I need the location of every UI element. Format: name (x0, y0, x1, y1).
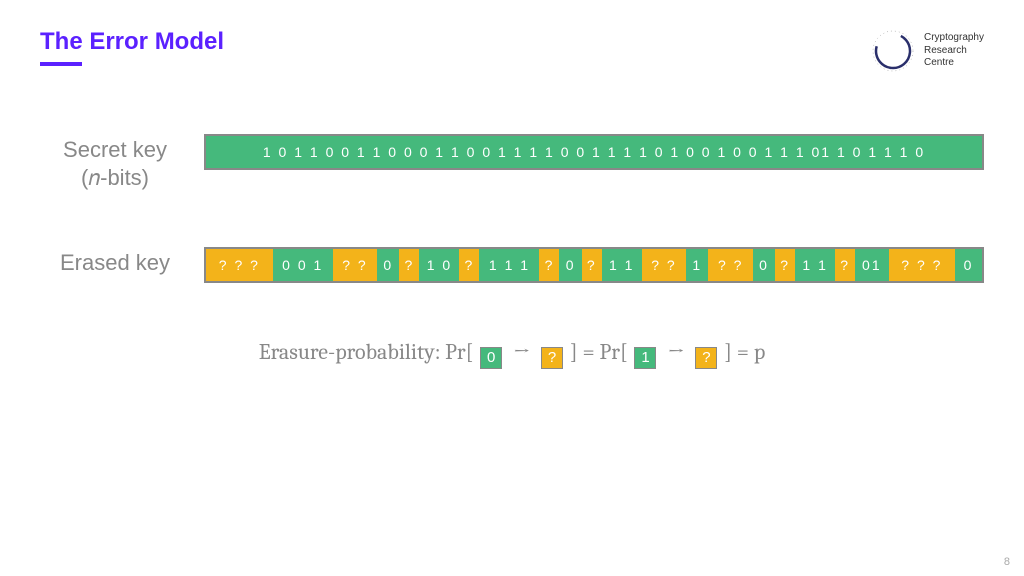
pr-close-1: ] (570, 339, 578, 365)
erased-segment: ? (835, 249, 855, 281)
q-box-2: ? (695, 347, 717, 369)
logo-text-2: Research (924, 45, 984, 58)
logo-text-1: Cryptography (924, 32, 984, 45)
erased-segment: ? ? (708, 249, 752, 281)
logo-text-3: Centre (924, 57, 984, 70)
secret-key-bar: 1 0 1 1 0 0 1 1 0 0 0 1 1 0 0 1 1 1 1 0 … (204, 134, 984, 170)
erasure-probability: Erasure-probability: Pr[ 0 → ? ] = Pr[ 1… (40, 339, 984, 369)
arrow-icon: → (667, 339, 684, 365)
slide-title: The Error Model (40, 28, 224, 56)
known-segment: 1 1 1 (479, 249, 539, 281)
known-segment: 0 (753, 249, 775, 281)
title-underline (40, 62, 82, 66)
erased-segment: ? (539, 249, 559, 281)
erased-segment: ? (399, 249, 419, 281)
secret-key-row: Secret key (𝑛-bits) 1 0 1 1 0 0 1 1 0 0 … (40, 134, 984, 191)
erased-key-bar: ? ? ?0 0 1? ?0?1 0?1 1 1?0?1 1? ?1? ?0?1… (204, 247, 984, 283)
pr-open-1: Pr[ (445, 339, 473, 365)
known-segment: 0 (377, 249, 399, 281)
erased-segment: ? (775, 249, 795, 281)
page-number: 8 (1004, 556, 1010, 568)
secret-key-sublabel: (𝑛-bits) (40, 164, 190, 192)
eq-p: = p (737, 339, 765, 365)
known-segment: 0 (559, 249, 581, 281)
erased-segment: ? (582, 249, 602, 281)
eq-1: = (582, 339, 599, 365)
erased-segment: ? ? ? (889, 249, 956, 281)
erased-segment: ? ? (333, 249, 377, 281)
q-box-1: ? (541, 347, 563, 369)
known-segment: 1 1 (795, 249, 835, 281)
logo: Cryptography Research Centre (870, 28, 984, 74)
erased-segment: ? ? (642, 249, 686, 281)
secret-key-bits: 1 0 1 1 0 0 1 1 0 0 0 1 1 0 0 1 1 1 1 0 … (206, 136, 982, 168)
pr-close-2: ] (724, 339, 732, 365)
known-segment: 0 (955, 249, 982, 281)
erased-segment: ? ? ? (206, 249, 273, 281)
logo-icon (870, 28, 916, 74)
arrow-icon: → (513, 339, 530, 365)
known-segment: 1 1 (602, 249, 642, 281)
known-segment: 1 0 (419, 249, 459, 281)
one-box: 1 (634, 347, 656, 369)
erased-key-row: Erased key ? ? ?0 0 1? ?0?1 0?1 1 1?0?1 … (40, 247, 984, 283)
known-segment: 1 (686, 249, 708, 281)
known-segment: 0 0 1 (273, 249, 333, 281)
known-segment: 01 (855, 249, 888, 281)
secret-key-label: Secret key (40, 136, 190, 164)
erasure-prefix: Erasure-probability: (259, 339, 445, 365)
erased-key-label: Erased key (40, 249, 190, 277)
erased-segment: ? (459, 249, 479, 281)
zero-box: 0 (480, 347, 502, 369)
pr-open-2: Pr[ (600, 339, 628, 365)
